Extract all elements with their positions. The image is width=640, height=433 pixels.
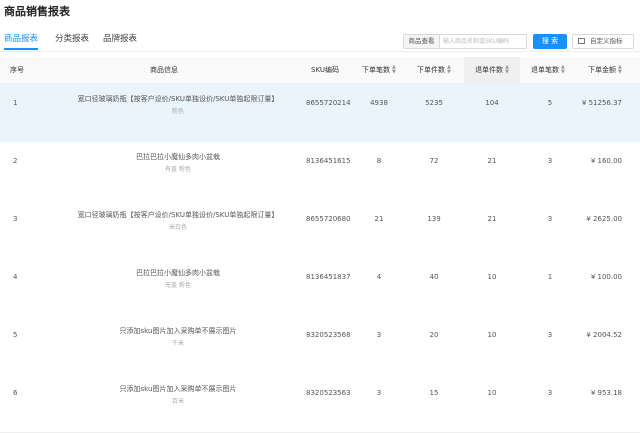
tab-brand-report[interactable]: 品牌报表: [103, 32, 137, 44]
sku-code: 8136451615: [306, 157, 351, 165]
piece-count: 15: [429, 389, 439, 397]
table-header: 序号 商品信息 SKU编码 下单笔数 ▲ ▼ 下单件数 ▲ ▼ 退单件数 ▲ ▼ 退单笔数 ▲…: [0, 57, 640, 84]
sort-icon: ▲ ▼: [618, 64, 622, 75]
columns-icon: [578, 38, 585, 44]
product-info: 巴拉巴拉小魔仙多肉小盆栽 无盖 粉色: [58, 268, 298, 289]
tabs-divider: [0, 51, 640, 52]
refund-order-count: 3: [547, 157, 553, 165]
table-row[interactable]: 2 巴拉巴拉小魔仙多肉小盆栽 有盖 粉色 8136451615 8 72 21 3 ¥ 160.…: [0, 142, 640, 201]
product-name[interactable]: 宽口径玻璃奶瓶【按客户设价/SKU单独设价/SKU单独起限订量】: [58, 210, 298, 220]
search-input[interactable]: [441, 35, 529, 48]
product-spec: 有盖 粉色: [165, 166, 191, 173]
sku-code: 8655720680: [306, 215, 351, 223]
custom-metrics-button[interactable]: 自定义指标: [572, 34, 634, 49]
search-button[interactable]: 搜 索: [533, 34, 567, 49]
product-info: 只添加sku图片加入采购单不展示图片 百米: [58, 384, 298, 405]
column-header-sku: SKU编码: [311, 66, 339, 74]
table-row[interactable]: 5 只添加sku图片加入采购单不展示图片 千米 8320523568 3 20 10 3 ¥ 2…: [0, 316, 640, 375]
piece-count: 139: [427, 215, 441, 223]
table-row[interactable]: 3 宽口径玻璃奶瓶【按客户设价/SKU单独设价/SKU单独起限订量】 米白色 8655…: [0, 200, 640, 259]
piece-count: 40: [429, 273, 439, 281]
tab-product-report[interactable]: 商品报表: [4, 32, 38, 44]
order-count: 8: [376, 157, 382, 165]
table-row[interactable]: 4 巴拉巴拉小魔仙多肉小盆栽 无盖 粉色 8136451837 4 40 10 1 ¥ 100.…: [0, 258, 640, 317]
row-index: 3: [13, 215, 18, 223]
product-spec: 百米: [171, 398, 184, 405]
page-title: 商品销售报表: [4, 5, 70, 18]
row-index: 5: [13, 331, 18, 339]
refund-piece-count: 10: [487, 331, 497, 339]
product-info: 宽口径玻璃奶瓶【按客户设价/SKU单独设价/SKU单独起限订量】 米白色: [58, 210, 298, 231]
refund-order-count: 3: [547, 215, 553, 223]
order-count: 21: [374, 215, 384, 223]
product-name[interactable]: 巴拉巴拉小魔仙多肉小盆栽: [58, 268, 298, 278]
product-spec: 米白色: [168, 224, 187, 231]
column-header-index: 序号: [10, 66, 24, 74]
column-header-orders[interactable]: 下单笔数 ▲ ▼: [362, 57, 396, 83]
product-name[interactable]: 只添加sku图片加入采购单不展示图片: [58, 326, 298, 336]
order-amount: ¥ 2625.00: [586, 215, 622, 223]
column-header-refund-pieces[interactable]: 退单件数 ▲ ▼: [464, 57, 520, 83]
column-header-amount[interactable]: 下单金额 ▲ ▼: [588, 57, 622, 83]
product-info: 只添加sku图片加入采购单不展示图片 千米: [58, 326, 298, 347]
refund-order-count: 3: [547, 331, 553, 339]
order-count: 4938: [370, 99, 388, 107]
product-spec: 无盖 粉色: [165, 282, 191, 289]
sku-code: 8320523563: [306, 389, 351, 397]
sort-icon: ▲ ▼: [561, 64, 565, 75]
sort-icon: ▲ ▼: [392, 64, 396, 75]
refund-piece-count: 104: [485, 99, 499, 107]
row-index: 1: [13, 99, 18, 107]
order-amount: ¥ 100.00: [590, 273, 622, 281]
sort-icon: ▲ ▼: [447, 64, 451, 75]
product-name[interactable]: 巴拉巴拉小魔仙多肉小盆栽: [58, 152, 298, 162]
active-tab-indicator: [4, 48, 38, 50]
report-tabs: 商品报表 分类报表 品牌报表: [0, 32, 200, 52]
column-header-info: 商品信息: [150, 66, 178, 74]
row-index: 2: [13, 157, 18, 165]
piece-count: 72: [429, 157, 439, 165]
table-row[interactable]: 6 只添加sku图片加入采购单不展示图片 百米 8320523563 3 15 10 3 ¥ 9…: [0, 374, 640, 433]
refund-order-count: 3: [547, 389, 553, 397]
refund-piece-count: 21: [487, 157, 497, 165]
piece-count: 5235: [425, 99, 443, 107]
row-index: 6: [13, 389, 18, 397]
sku-code: 8655720214: [306, 99, 351, 107]
order-count: 3: [376, 331, 382, 339]
product-name[interactable]: 宽口径玻璃奶瓶【按客户设价/SKU单独设价/SKU单独起限订量】: [58, 94, 298, 104]
piece-count: 20: [429, 331, 439, 339]
order-count: 4: [376, 273, 382, 281]
order-amount: ¥ 953.18: [590, 389, 622, 397]
search-label: 商品查看: [404, 35, 440, 48]
product-search-box: 商品查看: [403, 34, 529, 49]
product-spec: 千米: [171, 340, 184, 347]
sort-icon: ▲ ▼: [505, 64, 509, 75]
product-name[interactable]: 只添加sku图片加入采购单不展示图片: [58, 384, 298, 394]
tab-category-report[interactable]: 分类报表: [55, 32, 89, 44]
refund-piece-count: 10: [487, 389, 497, 397]
product-info: 巴拉巴拉小魔仙多肉小盆栽 有盖 粉色: [58, 152, 298, 173]
order-amount: ¥ 160.00: [590, 157, 622, 165]
order-count: 3: [376, 389, 382, 397]
column-header-refund-orders[interactable]: 退单笔数 ▲ ▼: [531, 57, 565, 83]
sku-code: 8136451837: [306, 273, 351, 281]
product-spec: 粉色: [171, 108, 184, 115]
refund-piece-count: 10: [487, 273, 497, 281]
order-amount: ¥ 51256.37: [581, 99, 622, 107]
table-row[interactable]: 1 宽口径玻璃奶瓶【按客户设价/SKU单独设价/SKU单独起限订量】 粉色 86557…: [0, 84, 640, 143]
refund-piece-count: 21: [487, 215, 497, 223]
product-info: 宽口径玻璃奶瓶【按客户设价/SKU单独设价/SKU单独起限订量】 粉色: [58, 94, 298, 115]
refund-order-count: 5: [547, 99, 553, 107]
column-header-pieces[interactable]: 下单件数 ▲ ▼: [417, 57, 451, 83]
order-amount: ¥ 2004.52: [586, 331, 622, 339]
sku-code: 8320523568: [306, 331, 351, 339]
row-index: 4: [13, 273, 18, 281]
custom-metrics-label: 自定义指标: [590, 37, 623, 45]
refund-order-count: 1: [547, 273, 553, 281]
